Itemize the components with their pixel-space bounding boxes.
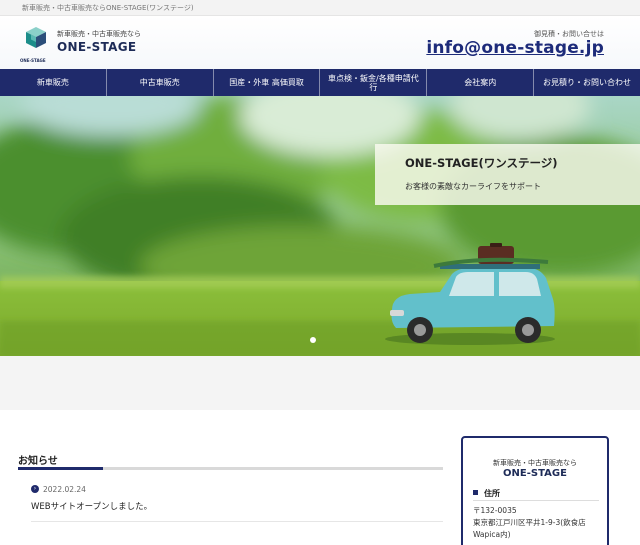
news-item-date: 2022.02.24	[43, 485, 86, 494]
hero-caption: ONE-STAGE(ワンステージ) お客様の素敵なカーライフをサポート	[375, 144, 640, 205]
news-item-divider	[31, 521, 443, 522]
contact-email-link[interactable]: info@one-stage.jp	[426, 38, 604, 58]
sidebar-address: 東京都江戸川区平井1-9-3(飲食店Wapica内)	[473, 518, 586, 539]
news-heading-underline	[18, 467, 443, 470]
nav-item-company[interactable]: 会社案内	[427, 69, 535, 96]
sidebar-brand-subtitle: 新車販売・中古車販売なら	[493, 459, 577, 467]
news-heading: お知らせ	[18, 456, 58, 467]
nav-item-used-cars[interactable]: 中古車販売	[107, 69, 214, 96]
hero-title: ONE-STAGE(ワンステージ)	[405, 156, 558, 170]
section-spacer-band	[0, 356, 640, 410]
hero-subtitle: お客様の素敵なカーライフをサポート	[405, 182, 541, 191]
brand-subtitle: 新車販売・中古車販売なら	[57, 30, 141, 38]
logo-caption: ONE-STAGE	[20, 58, 46, 63]
brand-title[interactable]: ONE-STAGE	[57, 40, 136, 54]
chevron-right-circle-icon: ›	[31, 485, 39, 493]
hero-slider[interactable]: ONE-STAGE(ワンステージ) お客様の素敵なカーライフをサポート	[0, 96, 640, 356]
sidebar-company-box: 新車販売・中古車販売なら ONE-STAGE 住所 〒132-0035 東京都江…	[461, 436, 609, 545]
nav-item-purchase[interactable]: 国産・外車 高価買取	[214, 69, 321, 96]
topbar: 新車販売・中古車販売ならONE-STAGE(ワンステージ)	[0, 0, 640, 16]
nav-item-contact[interactable]: お見積り・お問い合わせ	[534, 69, 640, 96]
site-header: ONE-STAGE 新車販売・中古車販売なら ONE-STAGE 御見積・お問い…	[0, 16, 640, 69]
sidebar-divider	[473, 500, 599, 501]
hero-image	[0, 96, 640, 356]
sidebar-address-heading-label: 住所	[484, 489, 500, 498]
sidebar-address-heading: 住所	[473, 488, 500, 499]
nav-item-new-cars[interactable]: 新車販売	[0, 69, 107, 96]
topbar-tagline: 新車販売・中古車販売ならONE-STAGE(ワンステージ)	[22, 4, 194, 12]
nav-item-inspection[interactable]: 車点検・鈑金/各種申請代行	[320, 69, 428, 96]
slide-indicator-dot[interactable]	[310, 337, 316, 343]
sidebar-brand-title: ONE-STAGE	[503, 468, 567, 479]
main-nav: 新車販売 中古車販売 国産・外車 高価買取 車点検・鈑金/各種申請代行 会社案内…	[0, 69, 640, 96]
news-heading-accent	[18, 467, 103, 470]
sidebar-postal-code: 〒132-0035	[473, 506, 517, 515]
news-item-title-link[interactable]: WEBサイトオープンしました。	[31, 500, 152, 512]
cube-logo-icon[interactable]	[24, 26, 48, 56]
